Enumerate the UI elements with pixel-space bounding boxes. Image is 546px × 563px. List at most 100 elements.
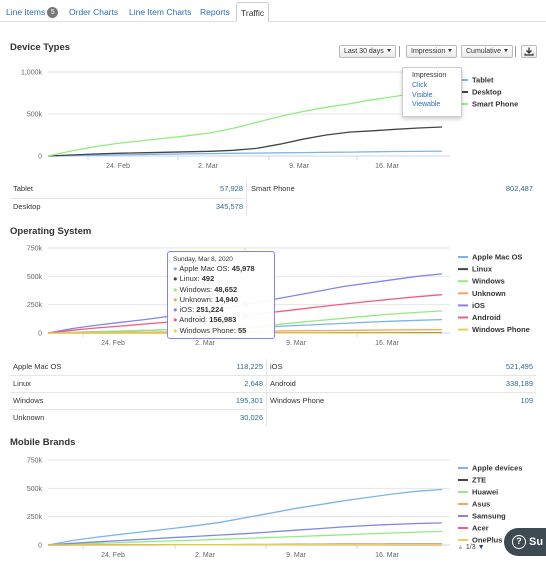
legend-item[interactable]: Windows [472, 277, 505, 286]
series-dot-icon: ● [173, 305, 180, 315]
tooltip-label: Windows: [179, 284, 215, 294]
mode-dropdown[interactable]: Cumulative [461, 45, 514, 58]
stat-label: Linux [13, 379, 31, 388]
tooltip-label: Android: [179, 315, 210, 325]
chart-tooltip: Sunday, Mar 8, 2020 ● Apple Mac OS: 45,9… [167, 251, 275, 339]
tooltip-row: ● Android: 156,983 [173, 315, 269, 325]
tooltip-label: Unknown: [179, 294, 216, 304]
x-tick-label: 24. Feb [101, 340, 125, 347]
legend-item[interactable]: Asus [472, 500, 490, 509]
legend-item[interactable]: Acer [472, 524, 489, 533]
x-tick-label: 2. Mar [195, 552, 216, 559]
tooltip-label: Apple Mac OS: [179, 264, 232, 273]
chevron-down-icon [504, 49, 509, 52]
series-line[interactable] [48, 543, 442, 546]
stat-label: Tablet [13, 184, 34, 193]
divider [266, 359, 267, 427]
legend-item[interactable]: Samsung [472, 512, 506, 521]
legend-item[interactable]: Huawei [472, 488, 498, 497]
legend-item[interactable]: iOS [472, 301, 485, 310]
legend-item[interactable]: Tablet [472, 76, 494, 85]
series-line[interactable] [47, 488, 443, 546]
stat-value: 2,648 [244, 379, 263, 388]
tooltip-value: 492 [201, 274, 215, 284]
date-range-dropdown[interactable]: Last 30 days [339, 45, 396, 58]
x-tick-label: 9. Mar [286, 552, 307, 559]
mobile-brands-title: Mobile Brands [10, 437, 76, 448]
operating-system-title: Operating System [10, 226, 92, 237]
x-tick-label: 16. Mar [375, 163, 399, 170]
stat-value: 57,928 [220, 184, 243, 193]
x-tick-label: 9. Mar [289, 163, 310, 170]
tooltip-row: ● Windows Phone: 55 [173, 326, 269, 336]
legend-item[interactable]: Smart Phone [472, 100, 518, 109]
chevron-down-icon [386, 49, 391, 52]
divider [10, 375, 536, 376]
y-tick-label: 500k [27, 274, 43, 281]
legend-item[interactable]: Unknown [472, 289, 506, 298]
stat-value: 802,487 [505, 184, 533, 193]
metric-option-click[interactable]: Click [412, 81, 461, 91]
legend-item[interactable]: ZTE [472, 476, 486, 485]
metric-option-visible[interactable]: Visible [412, 91, 461, 101]
series-dot-icon: ● [173, 274, 180, 284]
toolbar-divider [399, 46, 400, 57]
y-tick-label: 500k [27, 486, 43, 493]
arrow-up-icon[interactable]: ▲ [457, 544, 464, 551]
legend-item[interactable]: Apple devices [472, 464, 522, 473]
legend-item[interactable]: Linux [472, 265, 493, 274]
stat-label: Windows Phone [270, 396, 325, 405]
tab-traffic[interactable]: Traffic [236, 2, 270, 22]
tooltip-row: ● Linux: 492 [173, 274, 269, 284]
tooltip-label: Windows Phone: [179, 325, 238, 335]
metric-dropdown[interactable]: Impression [406, 45, 458, 58]
stat-value: 118,225 [236, 362, 263, 371]
y-tick-label: 0 [38, 154, 42, 161]
tooltip-value: 14,940 [215, 294, 239, 304]
stat-label: Unknown [13, 413, 45, 422]
stat-label: Android [270, 379, 296, 388]
y-tick-label: 250k [27, 514, 43, 521]
legend-item[interactable]: Android [472, 313, 501, 322]
legend-item[interactable]: Desktop [472, 88, 502, 97]
series-dot-icon: ● [173, 284, 180, 294]
metric-option-viewable[interactable]: Viewable [412, 100, 461, 110]
tooltip-row: ● Apple Mac OS: 45,978 [173, 264, 269, 274]
stat-label: Windows [13, 396, 44, 405]
device-types-chart: 0 500k 1,000k 24. Feb 2. Mar 9. Mar 16. Mar Tab… [21, 70, 518, 171]
divider [246, 181, 247, 216]
arrow-down-icon[interactable]: ▼ [478, 544, 485, 551]
tooltip-value: 156,983 [209, 315, 237, 325]
tooltip-value: 251,224 [196, 305, 224, 315]
download-button[interactable] [521, 45, 537, 58]
help-button[interactable]: ? Su [504, 528, 546, 556]
series-line[interactable] [47, 87, 443, 157]
count-badge: 5 [47, 7, 59, 18]
metric-menu-header: Impression [412, 72, 447, 79]
y-tick-label: 750k [27, 458, 43, 465]
tooltip-value: 55 [238, 325, 247, 335]
tab-reports[interactable]: Reports [196, 2, 234, 22]
stat-label: Smart Phone [251, 184, 295, 193]
chevron-down-icon [448, 49, 453, 52]
device-types-title: Device Types [10, 42, 71, 53]
x-tick-label: 9. Mar [286, 340, 307, 347]
tooltip-label: iOS: [179, 305, 197, 315]
toolbar-divider [515, 46, 516, 57]
tooltip-value: 45,978 [231, 264, 255, 273]
x-tick-label: 2. Mar [195, 340, 216, 347]
legend-item[interactable]: Windows Phone [472, 325, 530, 334]
tab-order-charts[interactable]: Order Charts [65, 2, 122, 22]
download-icon [524, 47, 534, 56]
tooltip-date: Sunday, Mar 8, 2020 [173, 256, 233, 263]
stat-label: iOS [270, 362, 283, 371]
tab-line-items[interactable]: Line Items 5 [2, 2, 62, 22]
legend-item[interactable]: Apple Mac OS [472, 253, 522, 262]
tab-line-item-charts[interactable]: Line Item Charts [125, 2, 195, 22]
y-tick-label: 500k [27, 112, 43, 119]
tooltip-value: 48,652 [214, 284, 238, 294]
x-tick-label: 2. Mar [198, 163, 219, 170]
x-tick-label: 24. Feb [101, 552, 125, 559]
x-tick-label: 16. Mar [375, 340, 399, 347]
divider [10, 409, 265, 410]
